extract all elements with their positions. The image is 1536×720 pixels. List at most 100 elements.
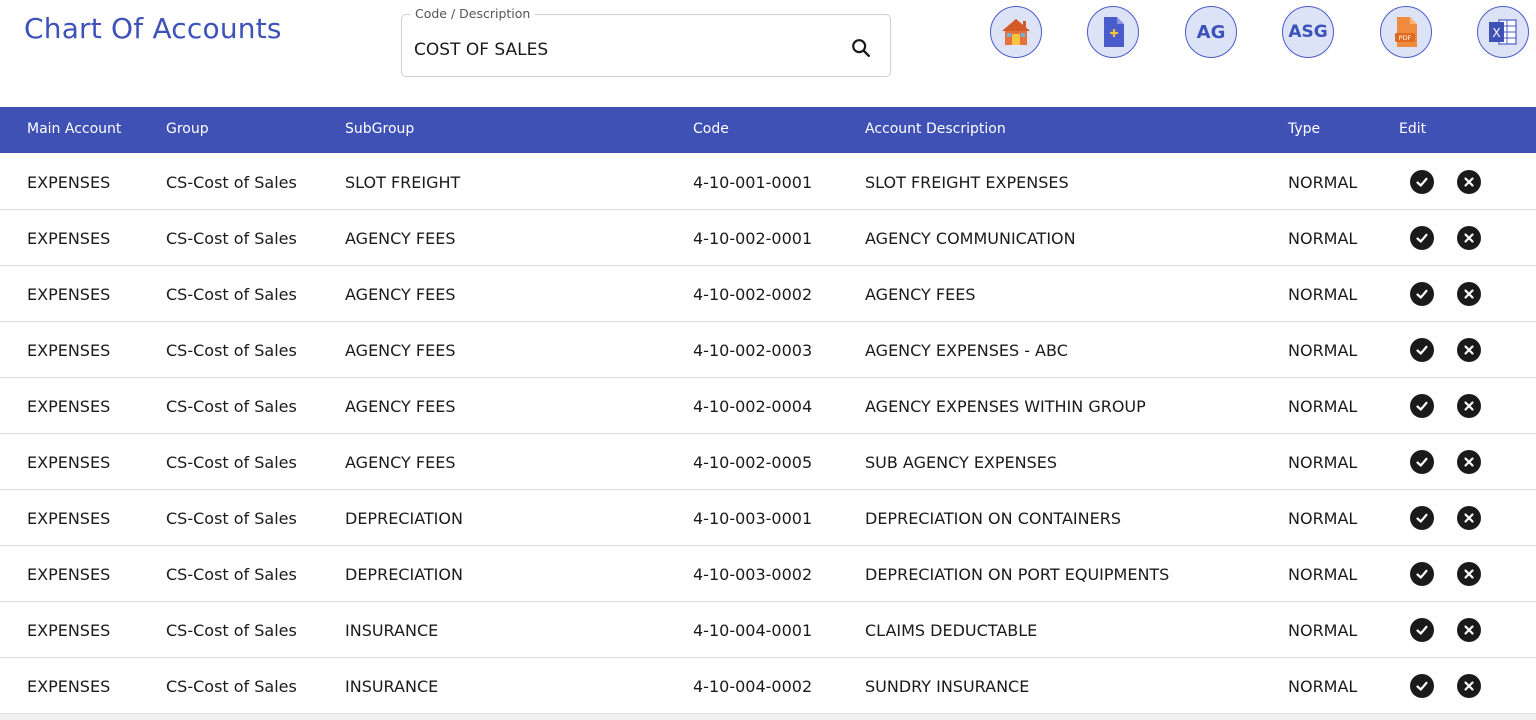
confirm-button[interactable] (1410, 282, 1434, 306)
search-icon[interactable] (850, 37, 872, 59)
cell-type: NORMAL (1288, 397, 1358, 416)
search-field[interactable]: Code / Description COST OF SALES (401, 6, 891, 77)
cell-main-account: EXPENSES (27, 285, 111, 304)
cell-type: NORMAL (1288, 565, 1358, 584)
home-icon (1002, 19, 1030, 45)
cell-subgroup: DEPRECIATION (345, 565, 463, 584)
horizontal-scrollbar[interactable] (0, 713, 1536, 720)
cancel-button[interactable] (1457, 674, 1481, 698)
confirm-button[interactable] (1410, 450, 1434, 474)
cell-type: NORMAL (1288, 509, 1358, 528)
table-header: Main Account Group SubGroup Code Account… (0, 107, 1536, 153)
cell-main-account: EXPENSES (27, 453, 111, 472)
search-label: Code / Description (410, 6, 536, 21)
cell-subgroup: AGENCY FEES (345, 341, 456, 360)
check-icon (1416, 345, 1428, 355)
header-description[interactable]: Account Description (865, 121, 1006, 137)
close-icon (1464, 625, 1474, 635)
cell-subgroup: AGENCY FEES (345, 285, 456, 304)
chart-of-accounts-page: Chart Of Accounts Code / Description COS… (0, 0, 1536, 720)
cell-main-account: EXPENSES (27, 509, 111, 528)
cancel-button[interactable] (1457, 506, 1481, 530)
close-icon (1464, 233, 1474, 243)
cell-type: NORMAL (1288, 453, 1358, 472)
cell-main-account: EXPENSES (27, 397, 111, 416)
check-icon (1416, 513, 1428, 523)
confirm-button[interactable] (1410, 170, 1434, 194)
close-icon (1464, 289, 1474, 299)
close-icon (1464, 345, 1474, 355)
header-type[interactable]: Type (1288, 121, 1320, 137)
pdf-export-button[interactable]: PDF (1380, 6, 1432, 58)
table-row: EXPENSES CS-Cost of Sales INSURANCE 4-10-00… (0, 658, 1536, 714)
cell-code: 4-10-002-0001 (693, 229, 813, 248)
table-row: EXPENSES CS-Cost of Sales AGENCY FEES 4-10-… (0, 210, 1536, 266)
cancel-button[interactable] (1457, 170, 1481, 194)
check-icon (1416, 681, 1428, 691)
cell-type: NORMAL (1288, 341, 1358, 360)
header-code[interactable]: Code (693, 121, 729, 137)
cancel-button[interactable] (1457, 618, 1481, 642)
check-icon (1416, 457, 1428, 467)
check-icon (1416, 625, 1428, 635)
check-icon (1416, 289, 1428, 299)
header-group[interactable]: Group (166, 121, 209, 137)
home-button[interactable] (990, 6, 1042, 58)
cell-type: NORMAL (1288, 229, 1358, 248)
ag-label: AG (1196, 21, 1226, 43)
close-icon (1464, 513, 1474, 523)
cell-description: AGENCY EXPENSES WITHIN GROUP (865, 397, 1146, 416)
cell-subgroup: DEPRECIATION (345, 509, 463, 528)
confirm-button[interactable] (1410, 674, 1434, 698)
cell-subgroup: AGENCY FEES (345, 453, 456, 472)
cell-group: CS-Cost of Sales (166, 285, 297, 304)
cell-description: AGENCY EXPENSES - ABC (865, 341, 1068, 360)
cell-type: NORMAL (1288, 285, 1358, 304)
confirm-button[interactable] (1410, 394, 1434, 418)
cell-main-account: EXPENSES (27, 229, 111, 248)
cell-code: 4-10-001-0001 (693, 173, 813, 192)
header-subgroup[interactable]: SubGroup (345, 121, 414, 137)
cancel-button[interactable] (1457, 450, 1481, 474)
cancel-button[interactable] (1457, 226, 1481, 250)
excel-icon: X (1489, 19, 1517, 45)
cell-group: CS-Cost of Sales (166, 397, 297, 416)
check-icon (1416, 401, 1428, 411)
table-row: EXPENSES CS-Cost of Sales DEPRECIATION 4-10… (0, 490, 1536, 546)
close-icon (1464, 401, 1474, 411)
confirm-button[interactable] (1410, 226, 1434, 250)
cell-subgroup: INSURANCE (345, 621, 439, 640)
cell-group: CS-Cost of Sales (166, 341, 297, 360)
cancel-button[interactable] (1457, 394, 1481, 418)
check-icon (1416, 233, 1428, 243)
header-main-account[interactable]: Main Account (27, 121, 121, 137)
header-edit: Edit (1399, 121, 1427, 137)
cell-code: 4-10-002-0004 (693, 397, 813, 416)
search-input[interactable]: COST OF SALES (414, 40, 548, 60)
cell-subgroup: AGENCY FEES (345, 397, 456, 416)
close-icon (1464, 177, 1474, 187)
confirm-button[interactable] (1410, 506, 1434, 530)
cell-subgroup: AGENCY FEES (345, 229, 456, 248)
cancel-button[interactable] (1457, 338, 1481, 362)
asg-button[interactable]: ASG (1282, 6, 1334, 58)
confirm-button[interactable] (1410, 338, 1434, 362)
cancel-button[interactable] (1457, 282, 1481, 306)
confirm-button[interactable] (1410, 562, 1434, 586)
check-icon (1416, 177, 1428, 187)
excel-export-button[interactable]: X (1477, 6, 1529, 58)
cell-code: 4-10-003-0002 (693, 565, 813, 584)
table-row: EXPENSES CS-Cost of Sales AGENCY FEES 4-10-… (0, 266, 1536, 322)
new-document-icon (1104, 17, 1124, 47)
ag-button[interactable]: AG (1185, 6, 1237, 58)
confirm-button[interactable] (1410, 618, 1434, 642)
new-document-button[interactable] (1087, 6, 1139, 58)
cancel-button[interactable] (1457, 562, 1481, 586)
pdf-label: PDF (1399, 34, 1412, 42)
table-row: EXPENSES CS-Cost of Sales DEPRECIATION 4-10… (0, 546, 1536, 602)
table-row: EXPENSES CS-Cost of Sales AGENCY FEES 4-10-… (0, 378, 1536, 434)
asg-label: ASG (1288, 22, 1328, 42)
cell-code: 4-10-004-0001 (693, 621, 813, 640)
cell-group: CS-Cost of Sales (166, 677, 297, 696)
cell-main-account: EXPENSES (27, 621, 111, 640)
